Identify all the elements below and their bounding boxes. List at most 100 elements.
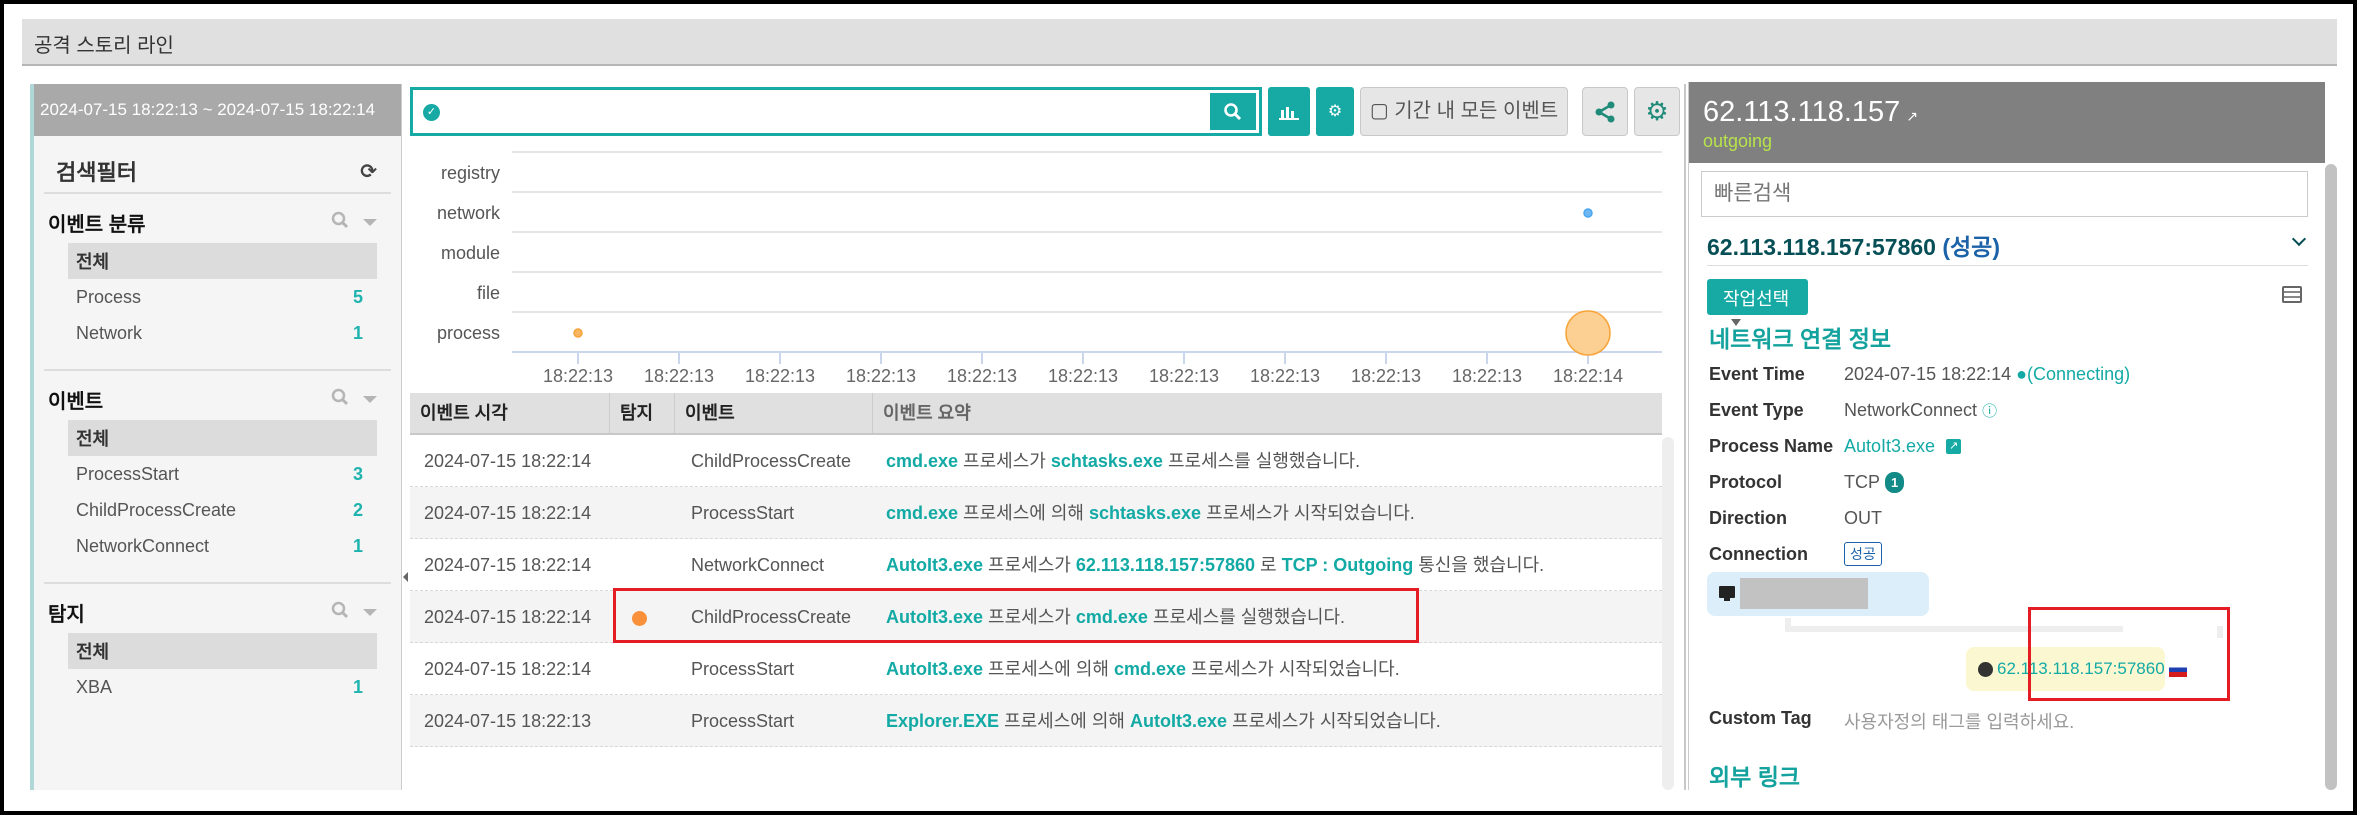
open-link-icon[interactable]: ↗ bbox=[1946, 438, 1962, 454]
event-timeline-chart: registry network module file process 18:22:13… bbox=[410, 140, 1662, 390]
chevron-down-icon[interactable] bbox=[2291, 231, 2307, 247]
filter-item[interactable]: Network 1 bbox=[68, 315, 377, 351]
header-detect[interactable]: 탐지 bbox=[610, 393, 675, 433]
process-name-link[interactable]: AutoIt3.exe bbox=[1844, 436, 1935, 457]
monitor-icon bbox=[1719, 586, 1735, 601]
table-row[interactable]: 2024-07-15 18:22:14 NetworkConnect AutoI… bbox=[410, 539, 1662, 591]
summary-entity-link[interactable]: schtasks.exe bbox=[1089, 503, 1201, 523]
summary-entity-link[interactable]: 62.113.118.157:57860 bbox=[1076, 555, 1255, 575]
refresh-icon[interactable]: ⟳ bbox=[360, 159, 377, 184]
help-icon[interactable]: ⓘ bbox=[1982, 400, 1997, 421]
header-summary[interactable]: 이벤트 요약 bbox=[873, 393, 1662, 433]
x-tick-label: 18:22:13 bbox=[543, 366, 613, 386]
summary-entity-link[interactable]: AutoIt3.exe bbox=[886, 659, 983, 679]
event-time-cell: 2024-07-15 18:22:13 bbox=[424, 711, 592, 731]
filter-item[interactable]: XBA 1 bbox=[68, 669, 377, 705]
x-tick-label: 18:22:13 bbox=[1452, 366, 1522, 386]
x-tick-label: 18:22:13 bbox=[644, 366, 714, 386]
table-row[interactable]: 2024-07-15 18:22:13 ProcessStart Explore… bbox=[410, 695, 1662, 747]
field-label: Process Name bbox=[1709, 435, 1834, 456]
event-point-network[interactable] bbox=[1583, 208, 1593, 218]
summary-cell: cmd.exe 프로세스에 의해 schtasks.exe 프로세스가 시작되었… bbox=[886, 487, 1415, 539]
field-label: Direction bbox=[1709, 507, 1788, 528]
table-scrollbar[interactable] bbox=[1662, 437, 1674, 790]
action-select-button[interactable]: 작업선택 bbox=[1707, 279, 1808, 326]
custom-tag-input[interactable]: 사용자정의 태그를 입력하세요. bbox=[1844, 708, 2074, 734]
x-tick-label: 18:22:13 bbox=[846, 366, 916, 386]
summary-cell: AutoIt3.exe 프로세스가 62.113.118.157:57860 로… bbox=[886, 539, 1544, 591]
summary-text: 프로세스가 bbox=[983, 555, 1076, 575]
field-label: Connection bbox=[1709, 543, 1808, 564]
header-event[interactable]: 이벤트 bbox=[675, 393, 873, 433]
connection-selector[interactable]: 62.113.118.157:57860 (성공) bbox=[1707, 228, 2308, 266]
summary-entity-link[interactable]: AutoIt3.exe bbox=[886, 555, 983, 575]
gear-icon: ⚙ bbox=[1327, 103, 1343, 120]
local-host-node bbox=[1707, 572, 1929, 616]
chart-toggle-button[interactable] bbox=[1268, 87, 1310, 136]
summary-cell: AutoIt3.exe 프로세스에 의해 cmd.exe 프로세스가 시작되었습… bbox=[886, 643, 1400, 695]
event-cell: NetworkConnect bbox=[691, 555, 825, 575]
summary-entity-link[interactable]: Explorer.EXE bbox=[886, 711, 999, 731]
filter-item-count: 5 bbox=[352, 286, 363, 307]
chart-settings-button[interactable]: ⚙ bbox=[1316, 87, 1354, 136]
summary-entity-link[interactable]: cmd.exe bbox=[886, 503, 958, 523]
summary-entity-link[interactable]: schtasks.exe bbox=[1051, 451, 1163, 471]
filter-item-label: 전체 bbox=[76, 642, 110, 662]
collapse-panel-arrow-icon[interactable] bbox=[403, 572, 408, 582]
chevron-down-icon[interactable] bbox=[363, 219, 377, 226]
filter-item[interactable]: 전체 bbox=[68, 633, 377, 669]
detail-ip: 62.113.118.157 bbox=[1703, 96, 1901, 128]
summary-entity-link[interactable]: TCP : Outgoing bbox=[1282, 555, 1414, 575]
all-events-toggle[interactable]: ▢ 기간 내 모든 이벤트 bbox=[1360, 87, 1568, 136]
summary-entity-link[interactable]: cmd.exe bbox=[1114, 659, 1186, 679]
filter-item-label: Process bbox=[76, 286, 142, 307]
filter-item-label: XBA bbox=[76, 676, 113, 697]
summary-text: 프로세스가 시작되었습니다. bbox=[1186, 659, 1400, 679]
summary-entity-link[interactable]: AutoIt3.exe bbox=[1130, 711, 1227, 731]
settings-button[interactable]: ⚙ bbox=[1634, 87, 1680, 136]
external-link-icon[interactable]: ↗ bbox=[1906, 108, 1918, 124]
filter-item[interactable]: ProcessStart 3 bbox=[68, 456, 377, 492]
globe-icon bbox=[1978, 662, 1993, 678]
share-button[interactable] bbox=[1582, 87, 1628, 136]
filter-item-label: NetworkConnect bbox=[76, 535, 210, 556]
search-icon[interactable] bbox=[331, 211, 349, 235]
table-header: 이벤트 시각 탐지 이벤트 이벤트 요약 bbox=[410, 393, 1662, 435]
filter-item[interactable]: NetworkConnect 1 bbox=[68, 528, 377, 564]
header-event-time[interactable]: 이벤트 시각 bbox=[410, 393, 610, 433]
timeline-svg: registry network module file process 18:22:13… bbox=[437, 151, 1662, 386]
table-row[interactable]: 2024-07-15 18:22:14 ProcessStart AutoIt3… bbox=[410, 643, 1662, 695]
summary-text: 프로세스가 bbox=[958, 451, 1051, 471]
event-time-cell: 2024-07-15 18:22:14 bbox=[424, 607, 592, 627]
table-row[interactable]: 2024-07-15 18:22:14 ProcessStart cmd.exe… bbox=[410, 487, 1662, 539]
summary-entity-link[interactable]: cmd.exe bbox=[886, 451, 958, 471]
filter-item[interactable]: 전체 bbox=[68, 420, 377, 456]
filter-item[interactable]: 전체 bbox=[68, 243, 377, 279]
filter-item-count: 3 bbox=[352, 463, 363, 484]
filter-section-header: 탐지 bbox=[44, 596, 391, 633]
filter-panel: 2024-07-15 18:22:13 ~ 2024-07-15 18:22:1… bbox=[30, 84, 402, 790]
table-row[interactable]: 2024-07-15 18:22:14 ChildProcessCreate c… bbox=[410, 435, 1662, 487]
search-icon[interactable] bbox=[331, 388, 349, 412]
panel-divider bbox=[1684, 84, 1686, 790]
filter-item-label: 전체 bbox=[76, 429, 110, 449]
detail-scrollbar[interactable] bbox=[2325, 164, 2337, 790]
filter-section-title: 이벤트 분류 bbox=[48, 214, 146, 236]
event-time-cell: 2024-07-15 18:22:14 bbox=[424, 451, 592, 471]
chevron-down-icon[interactable] bbox=[363, 609, 377, 616]
bar-chart-icon bbox=[1279, 107, 1299, 121]
event-time-value: 2024-07-15 18:22:14 bbox=[1844, 363, 2012, 384]
event-point-process[interactable] bbox=[1565, 310, 1611, 356]
list-view-icon[interactable] bbox=[2282, 286, 2302, 303]
filter-header: 검색필터 ⟳ bbox=[34, 136, 401, 192]
search-bar[interactable]: ✓ bbox=[410, 87, 1262, 136]
event-cell: ProcessStart bbox=[691, 659, 795, 679]
filter-item[interactable]: ChildProcessCreate 2 bbox=[68, 492, 377, 528]
chevron-down-icon[interactable] bbox=[363, 396, 377, 403]
event-point-process[interactable] bbox=[573, 328, 583, 338]
quick-search-input[interactable] bbox=[1701, 171, 2308, 217]
detail-direction: outgoing bbox=[1703, 131, 1773, 151]
filter-item[interactable]: Process 5 bbox=[68, 279, 377, 315]
search-button[interactable] bbox=[1210, 93, 1256, 130]
search-icon[interactable] bbox=[331, 601, 349, 625]
